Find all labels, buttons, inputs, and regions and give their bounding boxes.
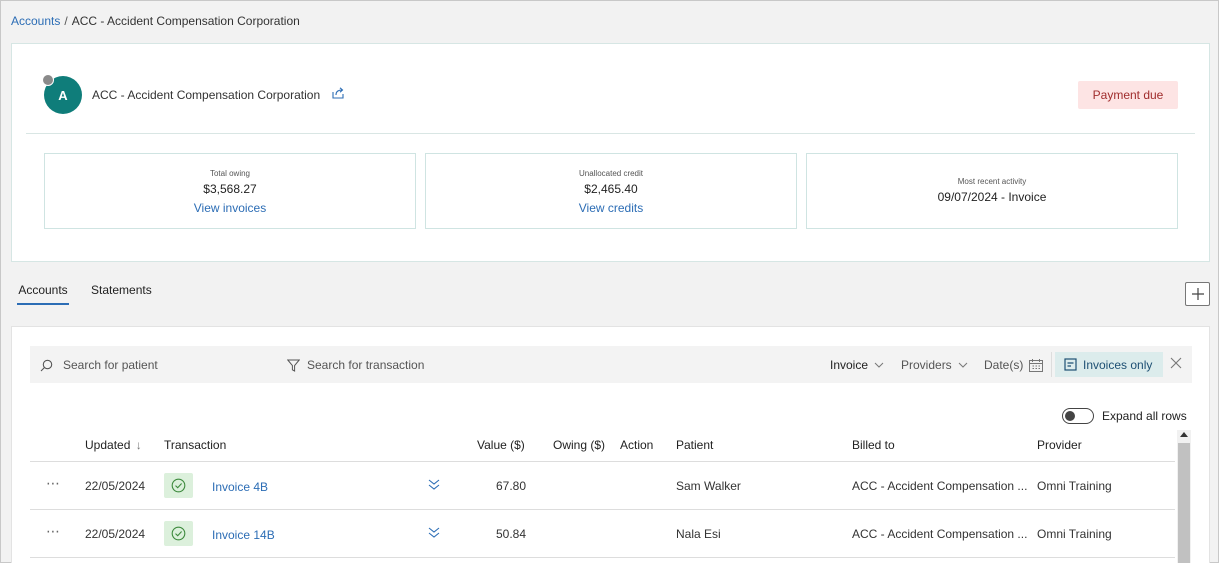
total-owing-label: Total owing (209, 169, 251, 178)
invoice-icon (1064, 358, 1077, 371)
type-filter-dropdown[interactable]: Invoice (830, 358, 884, 372)
row-updated: 22/05/2024 (85, 479, 146, 493)
divider (1051, 352, 1052, 377)
expand-all-label: Expand all rows (1102, 409, 1187, 423)
row-provider: Omni Training (1037, 527, 1112, 541)
column-header-provider[interactable]: Provider (1037, 438, 1082, 452)
expand-all-toggle[interactable]: Expand all rows (1062, 408, 1187, 424)
type-filter-label: Invoice (830, 358, 869, 372)
column-header-patient[interactable]: Patient (676, 438, 713, 452)
status-badge (164, 473, 193, 498)
date-filter-label: Date(s) (984, 358, 1024, 372)
row-menu-icon[interactable]: ⋯ (46, 475, 61, 492)
sort-arrow-icon: ↓ (135, 438, 142, 452)
transaction-link[interactable]: Invoice 14B (212, 528, 275, 542)
check-circle-icon (171, 526, 186, 541)
row-patient: Sam Walker (676, 479, 741, 493)
add-button[interactable] (1185, 282, 1210, 306)
status-badge (164, 521, 193, 546)
calendar-icon (1029, 358, 1044, 372)
avatar: A (42, 74, 83, 115)
column-header-updated-label: Updated (85, 438, 131, 452)
account-summary-card: A ACC - Accident Compensation Corporatio… (11, 43, 1210, 262)
plus-icon (1191, 288, 1204, 300)
recent-activity-label: Most recent activity (957, 177, 1027, 186)
account-name: ACC - Accident Compensation Corporation (92, 88, 321, 102)
column-header-action: Action (620, 438, 654, 452)
close-icon[interactable] (1170, 357, 1182, 369)
total-owing-value: $3,568.27 (203, 182, 257, 196)
view-invoices-link[interactable]: View invoices (194, 201, 266, 215)
expand-row-icon[interactable] (427, 525, 441, 539)
search-patient-input[interactable]: Search for patient (40, 358, 158, 372)
toggle-switch[interactable] (1062, 408, 1094, 424)
date-filter[interactable]: Date(s) (984, 358, 1044, 372)
filter-icon (287, 359, 300, 372)
recent-activity-box: Most recent activity 09/07/2024 - Invoic… (806, 153, 1178, 229)
total-owing-box: Total owing $3,568.27 View invoices (44, 153, 416, 229)
row-menu-icon[interactable]: ⋯ (46, 523, 61, 540)
column-header-updated[interactable]: Updated ↓ (85, 438, 142, 452)
providers-dropdown[interactable]: Providers (901, 358, 968, 372)
row-value: 67.80 (496, 479, 527, 493)
column-header-value[interactable]: Value ($) (477, 438, 525, 452)
filter-bar: Search for patient Search for transactio… (30, 346, 1192, 383)
tab-bar: Accounts Statements (17, 283, 152, 305)
tab-accounts[interactable]: Accounts (17, 283, 69, 305)
tab-statements[interactable]: Statements (91, 283, 152, 305)
invoices-only-label: Invoices only (1083, 357, 1153, 372)
breadcrumb-accounts-link[interactable]: Accounts (11, 14, 60, 28)
unallocated-credit-box: Unallocated credit $2,465.40 View credit… (425, 153, 797, 229)
row-patient: Nala Esi (676, 527, 721, 541)
status-dot (42, 74, 54, 86)
divider (26, 133, 1195, 134)
breadcrumb-current: ACC - Accident Compensation Corporation (71, 14, 300, 28)
expand-row-icon[interactable] (427, 477, 441, 491)
row-billed-to: ACC - Accident Compensation ... (852, 527, 1028, 541)
column-header-owing[interactable]: Owing ($) (553, 438, 605, 452)
search-transaction-placeholder: Search for transaction (307, 358, 425, 372)
table-row: ⋯ 22/05/2024 Invoice 4B 67.80 Sam Walker… (30, 462, 1175, 510)
view-credits-link[interactable]: View credits (579, 201, 643, 215)
column-header-transaction[interactable]: Transaction (164, 438, 226, 452)
chevron-down-icon (874, 362, 884, 368)
status-badge: Payment due (1078, 81, 1178, 109)
table-row: ⋯ 22/05/2024 Invoice 14B 50.84 Nala Esi … (30, 510, 1175, 558)
row-provider: Omni Training (1037, 479, 1112, 493)
breadcrumb: Accounts / ACC - Accident Compensation Cor… (11, 14, 300, 28)
invoices-only-toggle[interactable]: Invoices only (1055, 352, 1163, 377)
search-transaction-input[interactable]: Search for transaction (287, 358, 424, 372)
unallocated-credit-label: Unallocated credit (578, 169, 644, 178)
transactions-card: Search for patient Search for transactio… (11, 326, 1210, 563)
breadcrumb-separator: / (64, 14, 68, 28)
search-icon (40, 359, 53, 371)
scrollbar-thumb[interactable] (1178, 443, 1190, 563)
row-value: 50.84 (496, 527, 527, 541)
search-patient-placeholder: Search for patient (63, 358, 158, 372)
transaction-link[interactable]: Invoice 4B (212, 480, 268, 494)
scroll-up-arrow-icon[interactable] (1180, 432, 1188, 437)
unallocated-credit-value: $2,465.40 (584, 182, 638, 196)
chevron-down-icon (958, 362, 968, 368)
row-billed-to: ACC - Accident Compensation ... (852, 479, 1028, 493)
share-icon[interactable] (331, 86, 345, 100)
column-header-billed-to[interactable]: Billed to (852, 438, 895, 452)
providers-label: Providers (901, 358, 952, 372)
check-circle-icon (171, 478, 186, 493)
toggle-knob (1065, 411, 1075, 421)
scrollbar[interactable] (1177, 430, 1191, 563)
row-updated: 22/05/2024 (85, 527, 146, 541)
recent-activity-value: 09/07/2024 - Invoice (937, 190, 1047, 204)
